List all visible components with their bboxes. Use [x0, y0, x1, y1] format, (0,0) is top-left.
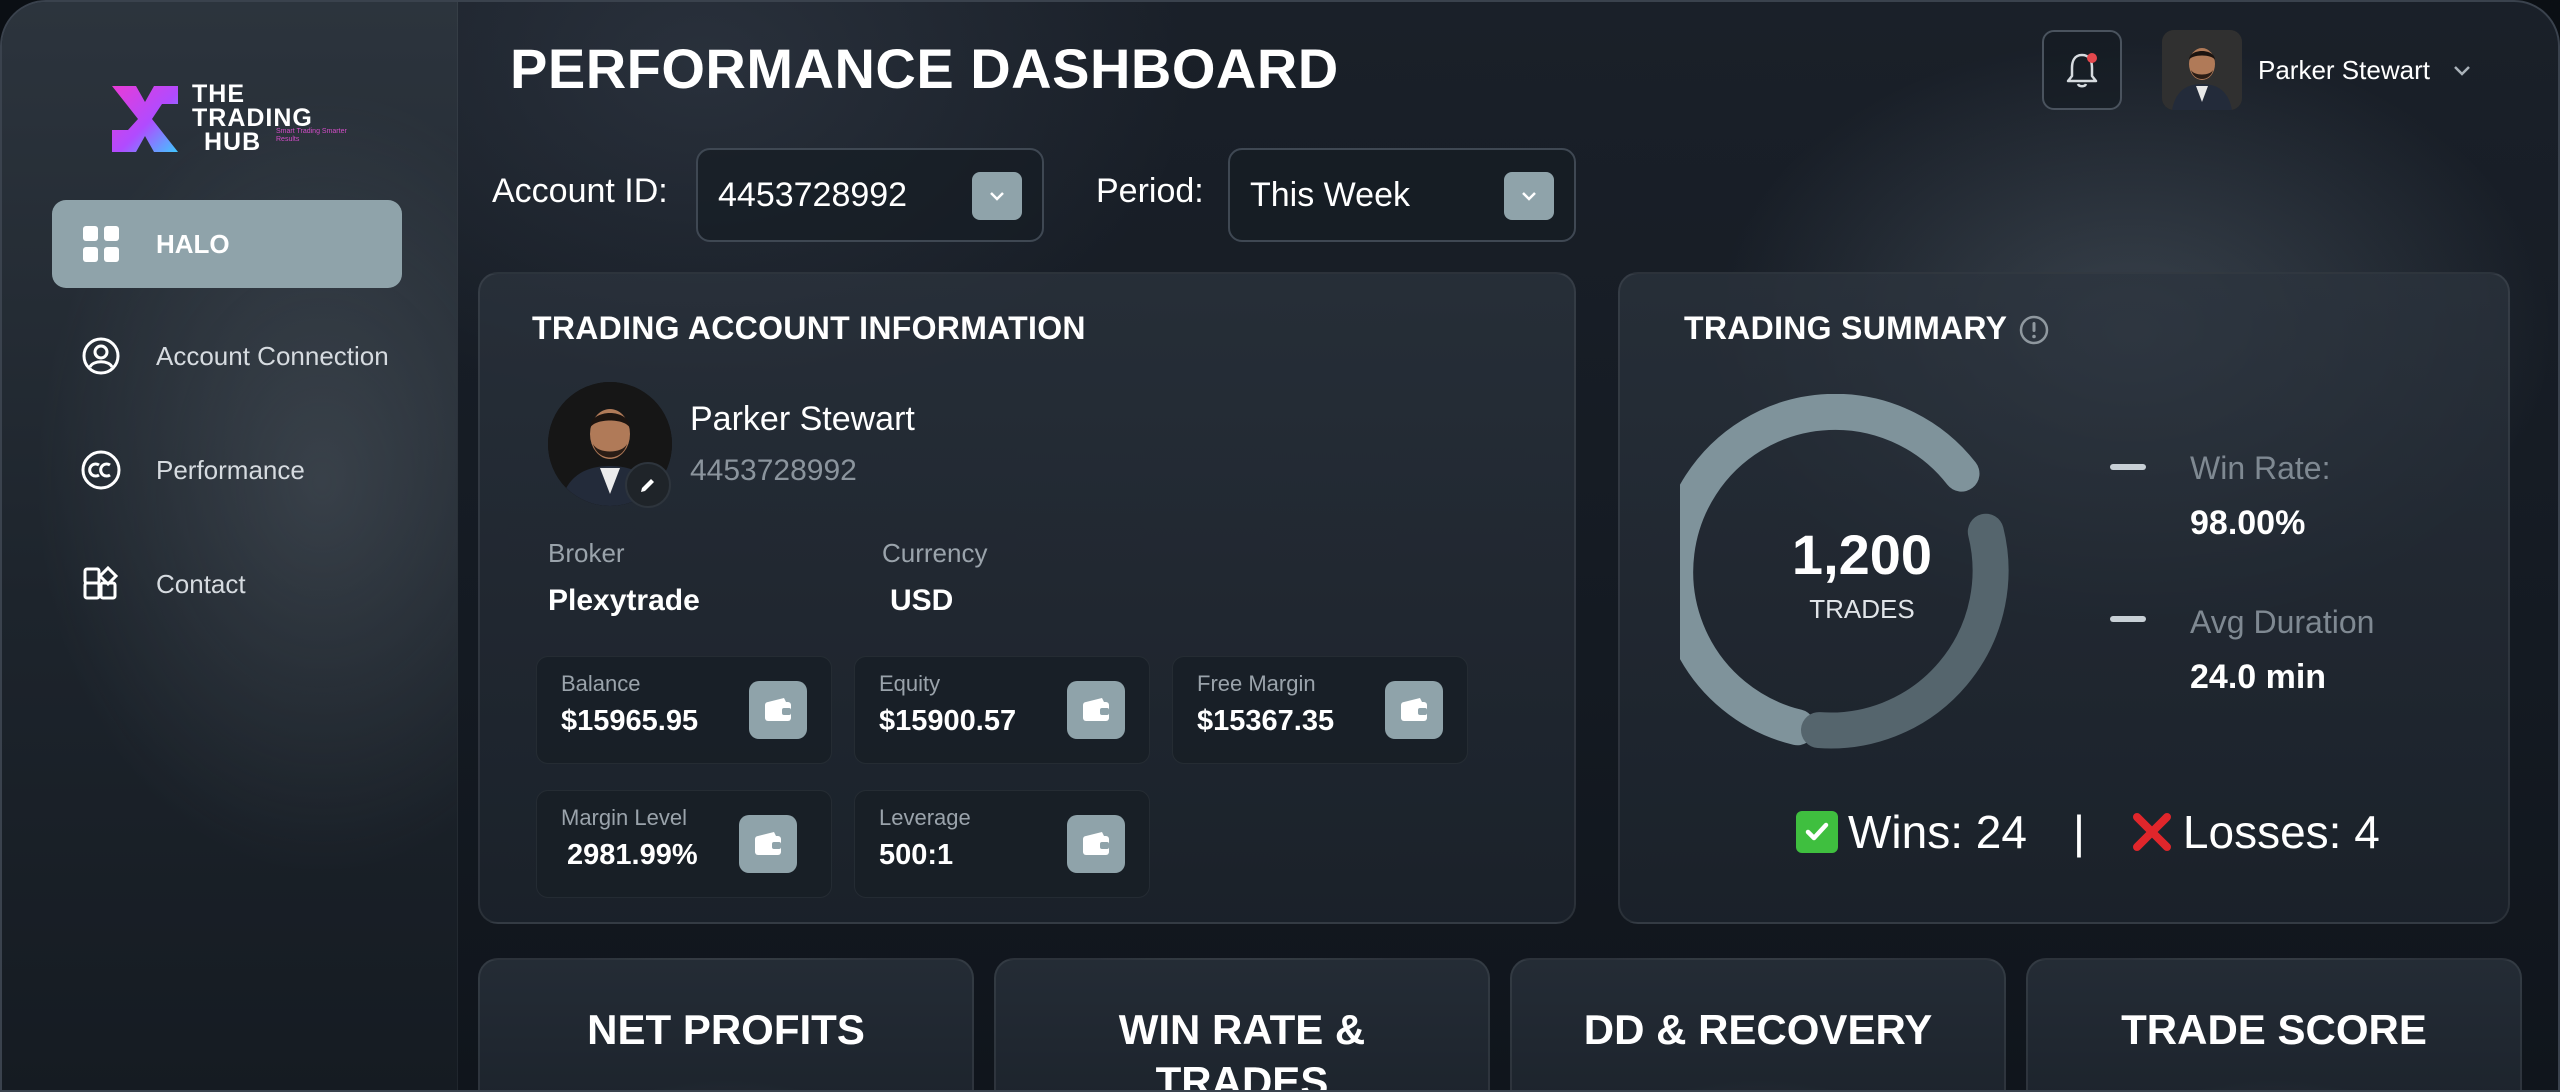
avg-duration-value: 24.0 min — [2190, 658, 2327, 696]
tile-value: $15965.95 — [561, 705, 699, 737]
total-trades-value: 1,200 — [1791, 523, 1933, 586]
shapes-icon — [80, 563, 122, 605]
card-title: TRADING SUMMARY — [1684, 310, 2008, 346]
notifications-button[interactable] — [2042, 30, 2122, 110]
sidebar-item-label: Contact — [156, 568, 246, 599]
check-icon — [1796, 811, 1838, 853]
margin-level-tile: Margin Level 2981.99% — [536, 790, 832, 898]
tile-value: $15367.35 — [1197, 705, 1335, 737]
card-title: DD & RECOVERY — [1583, 1006, 1933, 1053]
currency-label: Currency — [882, 538, 988, 568]
win-rate-marker — [2110, 464, 2146, 470]
tile-label: Leverage — [879, 805, 971, 830]
wallet-icon — [1385, 681, 1443, 739]
avg-duration-label: Avg Duration — [2190, 604, 2375, 640]
sidebar-item-label: Account Connection — [156, 340, 389, 371]
sidebar-item-performance[interactable]: Performance — [52, 426, 402, 514]
info-icon[interactable] — [2018, 314, 2050, 346]
chevron-down-icon — [990, 192, 1004, 201]
bell-icon — [2066, 53, 2098, 88]
account-id-value: 4453728992 — [718, 175, 908, 214]
avatar — [2162, 30, 2242, 110]
user-menu[interactable]: Parker Stewart — [2162, 30, 2474, 110]
net-profits-card[interactable]: NET PROFITS — [478, 958, 974, 1090]
page-title: PERFORMANCE DASHBOARD — [510, 37, 1339, 100]
tile-value: 500:1 — [879, 839, 954, 871]
wins-losses-separator: | — [2072, 806, 2085, 858]
wins-losses-row: Wins: 24 | Losses: 4 — [1796, 802, 2380, 862]
tile-value: 2981.99% — [567, 839, 698, 871]
sidebar: THE TRADING HUB Smart Trading Smarter Re… — [2, 2, 458, 1090]
sidebar-item-contact[interactable]: Contact — [52, 540, 402, 628]
trading-summary-card: TRADING SUMMARY 1,200 TRADES Win Rate: 9… — [1618, 272, 2510, 924]
currency-value: USD — [890, 584, 954, 617]
dd-recovery-card[interactable]: DD & RECOVERY — [1510, 958, 2006, 1090]
chevron-down-icon — [1522, 192, 1536, 201]
pencil-icon — [641, 479, 654, 492]
card-title: TRADE SCORE — [2121, 1006, 2427, 1053]
trade-score-card[interactable]: TRADE SCORE — [2026, 958, 2522, 1090]
win-rate-value: 98.00% — [2190, 504, 2306, 542]
wins-count: Wins: 24 — [1848, 806, 2027, 858]
logo-line-1: THE — [192, 80, 245, 108]
tile-label: Balance — [561, 671, 641, 696]
wallet-icon — [1067, 815, 1125, 873]
logo-tagline: Smart Trading Smarter Results — [276, 128, 347, 143]
wallet-icon — [1067, 681, 1125, 739]
card-title: TRADING ACCOUNT INFORMATION — [532, 310, 1086, 346]
sidebar-item-halo[interactable]: HALO — [52, 200, 402, 288]
tile-value: $15900.57 — [879, 705, 1017, 737]
sidebar-item-label: Performance — [156, 454, 305, 485]
tile-label: Free Margin — [1197, 671, 1316, 696]
trading-account-card: TRADING ACCOUNT INFORMATION Parker Stewa… — [478, 272, 1576, 924]
balance-tile: Balance $15965.95 — [536, 656, 832, 764]
period-value: This Week — [1250, 175, 1410, 214]
account-holder-id: 4453728992 — [690, 454, 857, 487]
leverage-tile: Leverage 500:1 — [854, 790, 1150, 898]
edit-avatar-button[interactable] — [625, 462, 671, 508]
win-rate-label: Win Rate: — [2190, 450, 2331, 486]
account-id-label: Account ID: — [492, 172, 668, 210]
trading-hub-logo-icon — [112, 86, 178, 152]
card-title: NET PROFITS — [587, 1006, 865, 1053]
total-trades-label: TRADES — [1809, 594, 1915, 624]
grid-icon — [80, 223, 122, 265]
wallet-icon — [739, 815, 797, 873]
free-margin-tile: Free Margin $15367.35 — [1172, 656, 1468, 764]
account-holder-name: Parker Stewart — [690, 400, 915, 438]
brand-logo[interactable]: THE TRADING HUB Smart Trading Smarter Re… — [110, 80, 350, 158]
cross-icon — [2131, 811, 2173, 853]
sidebar-item-account-connection[interactable]: Account Connection — [52, 312, 402, 400]
losses-count: Losses: 4 — [2182, 806, 2380, 858]
card-title: WIN RATE & TRADES — [1118, 1006, 1366, 1092]
tile-label: Margin Level — [561, 805, 687, 830]
user-circle-icon — [80, 335, 122, 377]
chevron-down-icon — [2454, 66, 2470, 76]
account-id-dropdown-button[interactable] — [972, 172, 1022, 220]
wallet-icon — [749, 681, 807, 739]
tile-label: Equity — [879, 671, 941, 696]
broker-label: Broker — [548, 538, 625, 568]
user-name: Parker Stewart — [2258, 54, 2430, 85]
app-window: THE TRADING HUB Smart Trading Smarter Re… — [0, 0, 2560, 1092]
sidebar-item-label: HALO — [156, 228, 230, 259]
win-rate-trades-card[interactable]: WIN RATE & TRADES — [994, 958, 1490, 1092]
account-id-select[interactable]: 4453728992 — [696, 148, 1044, 242]
equity-tile: Equity $15900.57 — [854, 656, 1150, 764]
logo-line-2: TRADING — [192, 104, 313, 132]
avg-duration-marker — [2110, 616, 2146, 622]
period-select[interactable]: This Week — [1228, 148, 1576, 242]
cc-circle-icon — [80, 449, 122, 491]
broker-value: Plexytrade — [548, 584, 700, 617]
period-dropdown-button[interactable] — [1504, 172, 1554, 220]
period-label: Period: — [1096, 172, 1204, 210]
